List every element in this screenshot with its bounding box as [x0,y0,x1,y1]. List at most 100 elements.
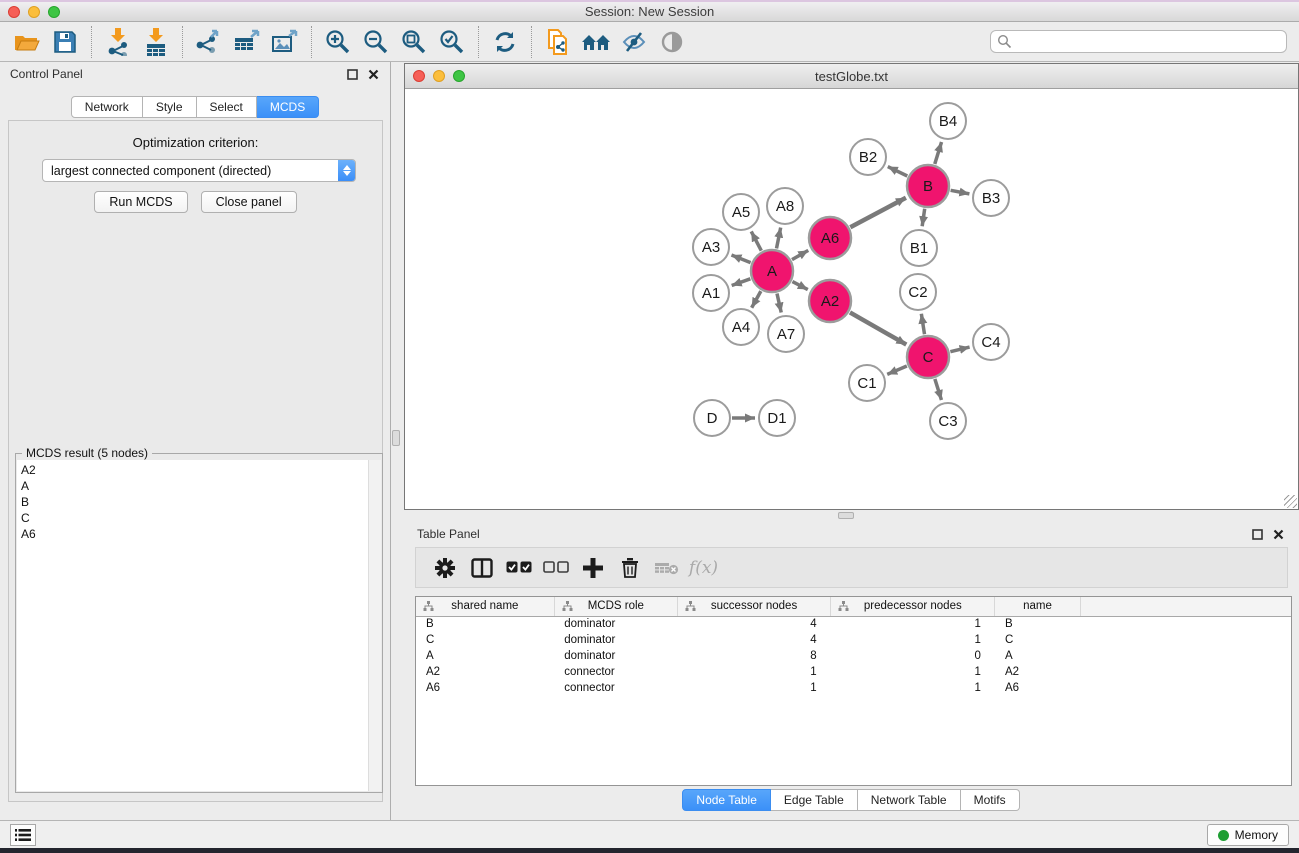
cell-mcds-role[interactable]: connector [554,680,677,696]
cell-shared-name[interactable]: A6 [416,680,554,696]
eye-icon[interactable] [653,26,691,58]
node-A3[interactable]: A3 [693,229,729,265]
copy-network-icon[interactable] [539,26,577,58]
import-table-icon[interactable] [137,26,175,58]
refresh-icon[interactable] [486,26,524,58]
network-zoom-button[interactable] [453,70,465,82]
mcds-result-scrollbar[interactable] [368,460,381,791]
column-header-successor-nodes[interactable]: successor nodes [677,597,830,616]
horizontal-splitter-handle[interactable] [838,512,854,519]
node-C1[interactable]: C1 [849,365,885,401]
node-D1[interactable]: D1 [759,400,795,436]
cell-name[interactable]: B [995,616,1080,632]
minimize-window-button[interactable] [28,6,40,18]
zoom-out-icon[interactable] [357,26,395,58]
edge-C-C1[interactable] [887,366,907,374]
mcds-result-item[interactable]: A [21,478,368,494]
cell-mcds-role[interactable]: connector [554,664,677,680]
import-network-icon[interactable] [99,26,137,58]
cell-successor-nodes[interactable]: 8 [677,648,830,664]
node-A2[interactable]: A2 [809,280,851,322]
mcds-result-item[interactable]: B [21,494,368,510]
close-window-button[interactable] [8,6,20,18]
tab-node-table[interactable]: Node Table [682,789,771,811]
edge-A-A7[interactable] [777,293,781,312]
node-A6[interactable]: A6 [809,217,851,259]
tab-style[interactable]: Style [143,96,197,118]
edge-A-A1[interactable] [732,279,751,286]
edge-A-A8[interactable] [777,228,781,249]
cell-successor-nodes[interactable]: 1 [677,680,830,696]
column-header-predecessor-nodes[interactable]: predecessor nodes [831,597,995,616]
delete-rows-icon[interactable] [611,553,648,583]
cell-successor-nodes[interactable]: 1 [677,664,830,680]
cell-name[interactable]: C [995,632,1080,648]
column-header-mcds-role[interactable]: MCDS role [554,597,677,616]
cell-name[interactable]: A2 [995,664,1080,680]
cell-shared-name[interactable]: A2 [416,664,554,680]
panel-list-button[interactable] [10,824,36,846]
function-builder-icon[interactable]: f(x) [685,553,722,583]
edge-B-B2[interactable] [888,167,907,176]
edge-A-A4[interactable] [752,291,761,308]
node-B[interactable]: B [907,165,949,207]
cell-mcds-role[interactable]: dominator [554,616,677,632]
node-A7[interactable]: A7 [768,316,804,352]
table-row[interactable]: A6connector11A6 [416,680,1292,696]
cell-predecessor-nodes[interactable]: 1 [831,680,995,696]
close-table-panel-icon[interactable] [1272,528,1285,541]
node-B3[interactable]: B3 [973,180,1009,216]
node-C4[interactable]: C4 [973,324,1009,360]
search-input[interactable] [1012,35,1280,49]
node-A5[interactable]: A5 [723,194,759,230]
edge-C-C4[interactable] [950,347,969,352]
edge-A-A2[interactable] [792,282,807,290]
mcds-result-item[interactable]: C [21,510,368,526]
cell-name[interactable]: A [995,648,1080,664]
cell-predecessor-nodes[interactable]: 0 [831,648,995,664]
mcds-result-item[interactable]: A2 [21,462,368,478]
node-B1[interactable]: B1 [901,230,937,266]
export-network-icon[interactable] [190,26,228,58]
float-panel-icon[interactable] [346,68,359,81]
cell-successor-nodes[interactable]: 4 [677,616,830,632]
export-image-icon[interactable] [266,26,304,58]
column-header-name[interactable]: name [995,597,1080,616]
add-row-icon[interactable] [574,553,611,583]
cell-name[interactable]: A6 [995,680,1080,696]
eye-slash-icon[interactable] [615,26,653,58]
close-panel-icon[interactable] [367,68,380,81]
cell-mcds-role[interactable]: dominator [554,648,677,664]
edge-A2-C[interactable] [850,312,906,344]
cell-predecessor-nodes[interactable]: 1 [831,664,995,680]
open-file-icon[interactable] [8,26,46,58]
delete-table-icon[interactable] [648,553,685,583]
mcds-result-item[interactable]: A6 [21,526,368,542]
node-D[interactable]: D [694,400,730,436]
node-C2[interactable]: C2 [900,274,936,310]
edge-C-C3[interactable] [935,379,942,400]
edge-B-B4[interactable] [935,142,942,164]
zoom-in-icon[interactable] [319,26,357,58]
close-panel-button[interactable]: Close panel [201,191,297,213]
edge-A-A3[interactable] [731,255,750,263]
network-close-button[interactable] [413,70,425,82]
tab-motifs[interactable]: Motifs [961,789,1020,811]
zoom-fit-icon[interactable] [395,26,433,58]
settings-icon[interactable] [426,553,463,583]
cell-mcds-role[interactable]: dominator [554,632,677,648]
vertical-splitter-handle[interactable] [392,430,400,446]
node-C3[interactable]: C3 [930,403,966,439]
cell-successor-nodes[interactable]: 4 [677,632,830,648]
node-B2[interactable]: B2 [850,139,886,175]
column-header-shared-name[interactable]: shared name [416,597,554,616]
memory-button[interactable]: Memory [1207,824,1289,846]
tab-edge-table[interactable]: Edge Table [771,789,858,811]
deselect-all-rows-icon[interactable] [537,553,574,583]
node-A1[interactable]: A1 [693,275,729,311]
window-resize-grip[interactable] [1284,495,1297,508]
cell-shared-name[interactable]: C [416,632,554,648]
cell-predecessor-nodes[interactable]: 1 [831,632,995,648]
node-A[interactable]: A [751,250,793,292]
table-row[interactable]: Adominator80A [416,648,1292,664]
